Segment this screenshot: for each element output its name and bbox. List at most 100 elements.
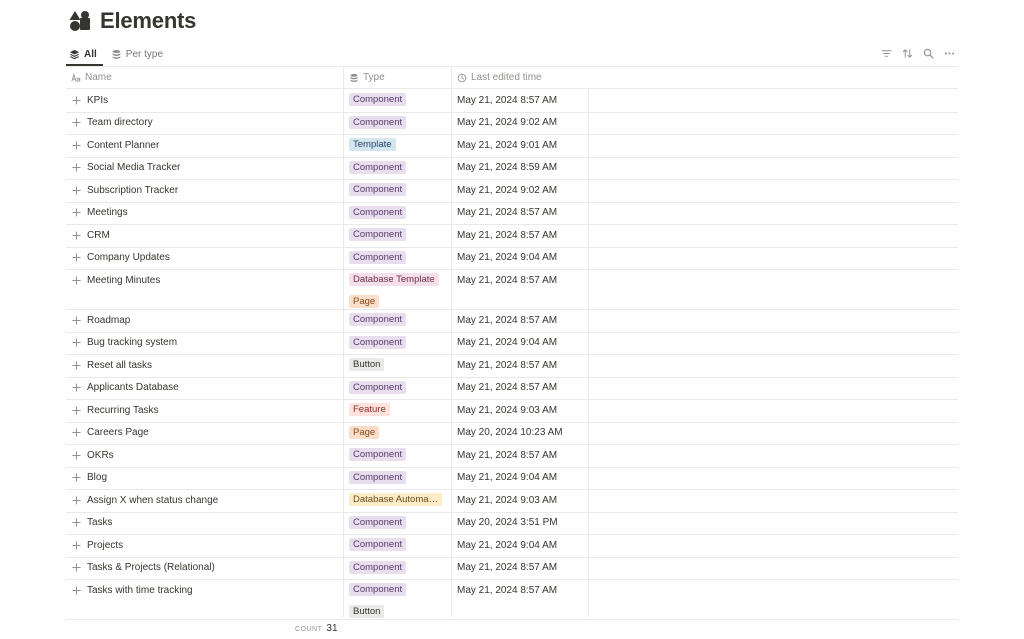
row-name-cell[interactable]: Social Media Tracker <box>72 157 180 179</box>
table-row[interactable]: Blog Component May 21, 2024 9:04 AM <box>66 467 958 490</box>
row-name-cell[interactable]: KPIs <box>72 89 108 111</box>
filter-button[interactable] <box>877 45 895 61</box>
filter-icon <box>880 49 892 57</box>
table-row[interactable]: Roadmap Component May 21, 2024 8:57 AM <box>66 309 958 332</box>
table-row[interactable]: Assign X when status change Database Auto… <box>66 489 958 512</box>
plus-icon[interactable] <box>72 563 81 572</box>
table-row[interactable]: OKRs Component May 21, 2024 8:57 AM <box>66 444 958 467</box>
plus-icon[interactable] <box>72 140 81 150</box>
table-row[interactable]: CRM Component May 21, 2024 8:57 AM <box>66 224 958 247</box>
plus-icon[interactable] <box>72 473 81 482</box>
row-name-cell[interactable]: Meetings <box>72 202 128 224</box>
database-icon <box>350 73 358 82</box>
row-name-cell[interactable]: Tasks with time tracking <box>72 579 193 601</box>
plus-icon[interactable] <box>72 338 81 347</box>
table-row[interactable]: Meeting Minutes Database Template Page May … <box>66 269 958 309</box>
plus-icon[interactable] <box>72 405 81 415</box>
row-name-cell[interactable]: Recurring Tasks <box>72 399 159 421</box>
row-name: Applicants Database <box>87 382 179 393</box>
table-row[interactable]: Team directory Component May 21, 2024 9:02… <box>66 112 958 135</box>
plus-icon[interactable] <box>72 253 81 262</box>
table-row[interactable]: Tasks Component May 20, 2024 3:51 PM <box>66 512 958 535</box>
plus-icon[interactable] <box>72 585 81 595</box>
table-row[interactable]: Tasks & Projects (Relational) Component Ma… <box>66 557 958 580</box>
type-tag: Component <box>349 183 407 196</box>
plus-icon[interactable] <box>72 518 81 527</box>
plus-icon[interactable] <box>72 118 81 127</box>
table-row[interactable]: Company Updates Component May 21, 2024 9:0… <box>66 247 958 270</box>
table-row[interactable]: Subscription Tracker Component May 21, 202… <box>66 179 958 202</box>
row-name-cell[interactable]: Assign X when status change <box>72 489 218 511</box>
row-name: Recurring Tasks <box>87 404 159 416</box>
table-row[interactable]: Recurring Tasks Feature May 21, 2024 9:03 … <box>66 399 958 422</box>
type-tag: Page <box>349 295 380 308</box>
type-tag: Component <box>349 448 407 461</box>
type-tag: Component <box>349 160 407 174</box>
type-tag: Component <box>349 313 407 326</box>
row-name: Content Planner <box>87 139 160 151</box>
column-header-last-edited[interactable]: Last edited time <box>457 66 542 89</box>
table-row[interactable]: Content Planner Template May 21, 2024 9:01… <box>66 134 958 157</box>
table-row[interactable]: Applicants Database Component May 21, 2024… <box>66 377 958 400</box>
layers-icon <box>69 49 80 59</box>
row-name-cell[interactable]: Applicants Database <box>72 377 179 399</box>
table-row[interactable]: KPIs Component May 21, 2024 8:57 AM <box>66 89 958 112</box>
table-row[interactable]: Meetings Component May 21, 2024 8:57 AM <box>66 202 958 225</box>
row-name-cell[interactable]: Roadmap <box>72 309 130 331</box>
row-name-cell[interactable]: Content Planner <box>72 134 159 156</box>
plus-icon[interactable] <box>72 163 81 172</box>
row-name-cell[interactable]: Careers Page <box>72 422 149 444</box>
plus-icon[interactable] <box>72 383 81 392</box>
row-name-cell[interactable]: Projects <box>72 534 123 556</box>
row-name: Assign X when status change <box>87 494 219 506</box>
column-name-label: Name <box>85 72 112 83</box>
row-type-cell[interactable]: Component Button <box>349 583 449 627</box>
sort-button[interactable] <box>898 45 916 61</box>
table-row[interactable]: Bug tracking system Component May 21, 2024… <box>66 332 958 355</box>
type-tag: Component <box>349 380 407 394</box>
row-name: Projects <box>87 539 124 551</box>
type-tag: Button <box>349 605 385 618</box>
row-name-cell[interactable]: CRM <box>72 224 110 246</box>
row-count: COUNT 31 <box>295 623 338 634</box>
table-row[interactable]: Reset all tasks Button May 21, 2024 8:57 A… <box>66 354 958 377</box>
row-name-cell[interactable]: Tasks <box>72 512 113 534</box>
plus-icon[interactable] <box>72 230 81 240</box>
row-last-edited: May 21, 2024 9:04 AM <box>457 539 558 551</box>
plus-icon[interactable] <box>72 540 81 550</box>
row-name: Team directory <box>87 117 153 128</box>
row-last-edited: May 20, 2024 10:23 AM <box>457 427 563 438</box>
row-name: Reset all tasks <box>87 359 153 371</box>
plus-icon[interactable] <box>72 95 81 105</box>
table-row[interactable]: Social Media Tracker Component May 21, 202… <box>66 157 958 180</box>
table-row[interactable]: Projects Component May 21, 2024 9:04 AM <box>66 534 958 557</box>
row-name-cell[interactable]: OKRs <box>72 444 114 466</box>
tab-per-type[interactable]: Per type <box>108 43 166 65</box>
plus-icon[interactable] <box>72 495 81 505</box>
plus-icon[interactable] <box>72 208 81 217</box>
type-tag: Component <box>349 560 407 574</box>
plus-icon[interactable] <box>72 275 81 285</box>
table-row[interactable]: Careers Page Page May 20, 2024 10:23 AM <box>66 422 958 445</box>
plus-icon[interactable] <box>72 315 81 325</box>
row-name-cell[interactable]: Bug tracking system <box>72 332 177 354</box>
type-tag: Component <box>349 93 407 106</box>
more-options-button[interactable] <box>940 45 958 61</box>
row-name-cell[interactable]: Team directory <box>72 112 153 134</box>
row-name-cell[interactable]: Blog <box>72 467 107 489</box>
row-name-cell[interactable]: Meeting Minutes <box>72 269 160 291</box>
plus-icon[interactable] <box>72 450 81 460</box>
row-name-cell[interactable]: Subscription Tracker <box>72 179 178 201</box>
row-name-cell[interactable]: Reset all tasks <box>72 354 152 376</box>
column-header-name[interactable]: Name <box>71 66 112 89</box>
row-name-cell[interactable]: Tasks & Projects (Relational) <box>72 557 215 579</box>
plus-icon[interactable] <box>72 360 81 370</box>
plus-icon[interactable] <box>72 185 81 195</box>
table-row[interactable]: Tasks with time tracking Component Button M… <box>66 579 958 619</box>
type-tag: Component <box>349 583 407 596</box>
row-name-cell[interactable]: Company Updates <box>72 247 170 269</box>
search-button[interactable] <box>919 45 937 61</box>
plus-icon[interactable] <box>72 428 81 437</box>
tab-all[interactable]: All <box>66 43 100 65</box>
column-header-type[interactable]: Type <box>349 66 385 89</box>
